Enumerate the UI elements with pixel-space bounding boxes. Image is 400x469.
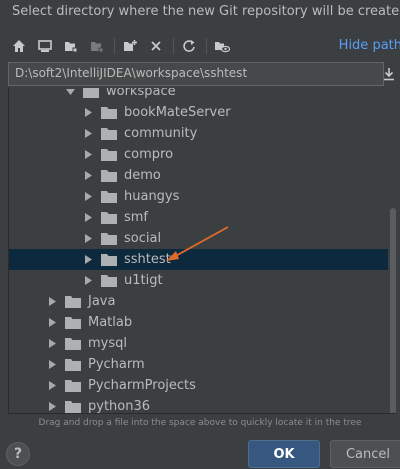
tree-node-folder[interactable]: Matlab <box>9 312 388 333</box>
toolbar-separator <box>206 38 207 54</box>
collapse-arrow-icon[interactable] <box>83 171 93 181</box>
drag-drop-hint: Drag and drop a file into the space abov… <box>38 418 362 428</box>
tree-node-folder[interactable]: python36 <box>9 396 388 414</box>
folder-icon <box>101 233 117 245</box>
help-button[interactable]: ? <box>6 442 30 466</box>
refresh-icon <box>183 40 195 52</box>
show-hidden-button[interactable] <box>211 35 233 57</box>
tree-node-label: PycharmProjects <box>88 378 196 393</box>
tree-node-label: smf <box>124 210 149 225</box>
tree-node-folder[interactable]: smf <box>9 207 388 228</box>
folder-icon <box>101 191 117 203</box>
tree-node-folder[interactable]: u1tigt <box>9 270 388 291</box>
new-folder-icon <box>124 40 137 51</box>
home-button[interactable] <box>8 35 30 57</box>
path-history-button[interactable] <box>382 64 396 84</box>
hide-path-link[interactable]: Hide path <box>339 38 400 53</box>
collapse-arrow-icon[interactable] <box>83 213 93 223</box>
project-folder-button[interactable] <box>60 35 82 57</box>
folder-icon <box>65 380 81 392</box>
tree-node-label: workspace <box>106 88 176 99</box>
cancel-button[interactable]: Cancel <box>330 440 400 468</box>
tree-node-label: bookMateServer <box>124 105 231 120</box>
tree-node-label: huangys <box>124 189 180 204</box>
folder-icon <box>101 275 117 287</box>
collapse-arrow-icon[interactable] <box>47 402 57 412</box>
desktop-button[interactable] <box>34 35 56 57</box>
tree-node-folder-selected[interactable]: sshtest <box>9 249 388 270</box>
folder-icon <box>101 107 117 119</box>
collapse-arrow-icon[interactable] <box>83 276 93 286</box>
tree-node-label: Java <box>88 294 116 309</box>
tree-node-label: u1tigt <box>124 273 163 288</box>
collapse-arrow-icon[interactable] <box>83 129 93 139</box>
file-chooser-toolbar: Hide path <box>8 34 400 58</box>
home-icon <box>13 40 25 52</box>
tree-node-folder[interactable]: huangys <box>9 186 388 207</box>
path-input[interactable]: D:\soft2\IntelliJIDEA\workspace\sshtest <box>8 62 384 86</box>
tree-node-label: Pycharm <box>88 357 145 372</box>
tree-node-label: demo <box>124 168 161 183</box>
folder-icon <box>65 338 81 350</box>
module-folder-button[interactable] <box>86 35 108 57</box>
collapse-arrow-icon[interactable] <box>47 360 57 370</box>
folder-icon <box>65 401 81 413</box>
folder-icon <box>101 170 117 182</box>
dialog-description: Select directory where the new Git repos… <box>12 4 400 19</box>
tree-node-folder[interactable]: demo <box>9 165 388 186</box>
tree-node-label: community <box>124 126 198 141</box>
directory-tree[interactable]: workspace bookMateServer community compr… <box>8 88 396 414</box>
ok-button[interactable]: OK <box>248 440 320 468</box>
folder-icon <box>101 128 117 140</box>
toolbar-separator <box>114 38 115 54</box>
module-folder-icon <box>91 42 104 53</box>
delete-icon <box>151 41 161 51</box>
tree-node-folder[interactable]: social <box>9 228 388 249</box>
tree-scrollbar[interactable] <box>390 208 396 413</box>
tree-node-label: social <box>124 231 162 246</box>
folder-icon <box>65 317 81 329</box>
tree-node-label: sshtest <box>124 252 171 267</box>
download-arrow-icon <box>384 68 394 81</box>
tree-node-folder[interactable]: Java <box>9 291 388 312</box>
delete-button[interactable] <box>145 35 167 57</box>
collapse-arrow-icon[interactable] <box>83 192 93 202</box>
collapse-arrow-icon[interactable] <box>47 297 57 307</box>
tree-node-label: mysql <box>88 336 127 351</box>
collapse-arrow-icon[interactable] <box>47 339 57 349</box>
tree-node-folder[interactable]: community <box>9 123 388 144</box>
collapse-arrow-icon[interactable] <box>83 150 93 160</box>
collapse-arrow-icon[interactable] <box>83 255 93 265</box>
collapse-arrow-icon[interactable] <box>83 234 93 244</box>
tree-node-label: compro <box>124 147 174 162</box>
tree-node-folder[interactable]: Pycharm <box>9 354 388 375</box>
tree-node-label: Matlab <box>88 315 133 330</box>
folder-icon <box>83 88 99 98</box>
collapse-arrow-icon[interactable] <box>83 108 93 118</box>
desktop-icon <box>38 40 52 52</box>
folder-icon <box>101 149 117 161</box>
tree-node-workspace[interactable]: workspace <box>9 88 388 102</box>
collapse-arrow-icon[interactable] <box>47 381 57 391</box>
tree-node-folder[interactable]: compro <box>9 144 388 165</box>
show-hidden-icon <box>215 42 230 53</box>
expand-arrow-icon[interactable] <box>65 88 75 97</box>
folder-icon <box>101 212 117 224</box>
folder-icon <box>65 296 81 308</box>
folder-icon <box>101 254 117 266</box>
new-folder-button[interactable] <box>119 35 141 57</box>
folder-icon <box>65 359 81 371</box>
toolbar-separator <box>173 38 174 54</box>
collapse-arrow-icon[interactable] <box>47 318 57 328</box>
tree-node-folder[interactable]: mysql <box>9 333 388 354</box>
refresh-button[interactable] <box>178 35 200 57</box>
tree-node-label: python36 <box>88 399 151 414</box>
tree-node-folder[interactable]: bookMateServer <box>9 102 388 123</box>
tree-node-folder[interactable]: PycharmProjects <box>9 375 388 396</box>
project-folder-icon <box>65 42 78 53</box>
